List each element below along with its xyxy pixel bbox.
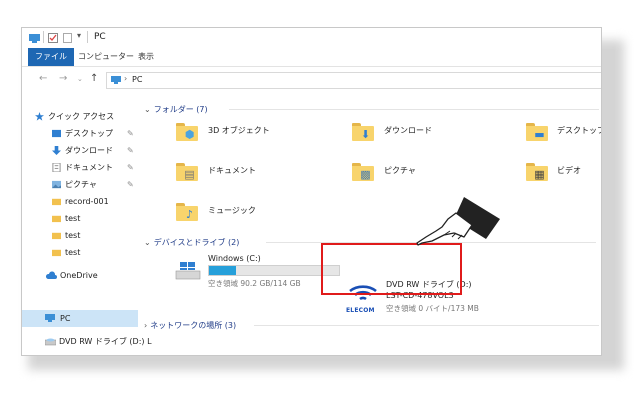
- sidebar-item-pc[interactable]: PC: [22, 310, 138, 327]
- breadcrumb-separator-icon: ›: [124, 74, 128, 83]
- folder-icon: [52, 249, 61, 257]
- chevron-down-icon: ⌄: [144, 238, 151, 247]
- folder-icon: [52, 198, 61, 206]
- video-icon: ▦: [526, 163, 548, 181]
- sidebar-item-test[interactable]: test: [22, 227, 138, 244]
- pin-icon[interactable]: ✎: [127, 159, 134, 176]
- download-icon: [52, 146, 61, 155]
- sidebar-item-desktop[interactable]: デスクトップ ✎: [22, 125, 138, 142]
- new-folder-icon[interactable]: [63, 33, 72, 43]
- desktop-icon: [52, 129, 61, 138]
- windows-drive-icon: [175, 262, 201, 280]
- ribbon-tabs: ファイル コンピューター 表示: [22, 48, 601, 67]
- sidebar-item-downloads[interactable]: ダウンロード ✎: [22, 142, 138, 159]
- pointing-hand-icon: [416, 197, 500, 246]
- quick-access-dropdown-icon[interactable]: ▾: [77, 31, 81, 40]
- window-title: PC: [94, 32, 106, 42]
- sidebar-item-quick-access[interactable]: クイック アクセス: [22, 108, 138, 125]
- folder-icon: [52, 232, 61, 240]
- sidebar-item-test[interactable]: test: [22, 210, 138, 227]
- elecom-brand-text: ELECOM: [346, 307, 375, 314]
- navigation-pane: クイック アクセス デスクトップ ✎ ダウンロード ✎ ドキュメント ✎ ピクチ…: [22, 91, 152, 355]
- content-pane: ⌄ フォルダー (7) ⬢ 3D オブジェクト ⬇ ダウンロード ▬ デスクトップ…: [144, 104, 602, 331]
- picture-icon: ▩: [352, 163, 374, 181]
- sidebar-item-onedrive[interactable]: OneDrive: [22, 267, 138, 284]
- pin-icon[interactable]: ✎: [127, 125, 134, 142]
- address-box[interactable]: › PC: [106, 72, 601, 89]
- music-icon: ♪: [176, 203, 198, 221]
- star-icon: [35, 112, 44, 121]
- tab-computer[interactable]: コンピューター: [78, 48, 134, 66]
- 3d-objects-icon: ⬢: [176, 123, 198, 141]
- section-folders-header[interactable]: ⌄ フォルダー (7): [144, 104, 599, 115]
- sidebar-item-documents[interactable]: ドキュメント ✎: [22, 159, 138, 176]
- tab-file[interactable]: ファイル: [28, 48, 74, 66]
- download-icon: ⬇: [352, 123, 374, 141]
- chevron-right-icon: ›: [144, 321, 148, 330]
- up-arrow-icon[interactable]: ↑: [90, 73, 98, 84]
- properties-icon[interactable]: [48, 33, 58, 43]
- pin-icon[interactable]: ✎: [127, 176, 134, 193]
- pc-icon: [45, 314, 55, 322]
- forward-arrow-icon[interactable]: →: [59, 73, 67, 84]
- dvd-drive-icon: [45, 338, 56, 346]
- picture-icon: [52, 180, 61, 189]
- drive-usage-fill: [209, 266, 237, 275]
- pc-icon: [29, 34, 40, 43]
- document-icon: [52, 163, 61, 172]
- chevron-down-icon: ⌄: [144, 105, 151, 114]
- pin-icon[interactable]: ✎: [127, 142, 134, 159]
- sidebar-item-test[interactable]: test: [22, 244, 138, 261]
- title-bar: ▾ PC: [22, 28, 601, 48]
- sidebar-item-record-001[interactable]: record-001: [22, 193, 138, 210]
- back-arrow-icon[interactable]: ←: [39, 73, 47, 84]
- section-network-header[interactable]: › ネットワークの場所 (3): [144, 320, 599, 331]
- explorer-window: ▾ PC ファイル コンピューター 表示 ← → ⌄ ↑ › PC クイック ア…: [21, 27, 602, 356]
- breadcrumb-pc[interactable]: PC: [132, 75, 142, 84]
- document-icon: ▤: [176, 163, 198, 181]
- cloud-icon: [45, 271, 57, 279]
- folder-icon: [52, 215, 61, 223]
- highlight-box: [321, 243, 462, 295]
- recent-locations-icon[interactable]: ⌄: [77, 75, 83, 83]
- tab-view[interactable]: 表示: [138, 48, 154, 66]
- desktop-icon: ▬: [526, 123, 548, 141]
- sidebar-item-dvd-drive[interactable]: DVD RW ドライブ (D:) L: [22, 333, 152, 350]
- pc-icon: [111, 76, 121, 84]
- sidebar-item-pictures[interactable]: ピクチャ ✎: [22, 176, 138, 193]
- address-bar-row: ← → ⌄ ↑ › PC: [22, 67, 601, 91]
- section-devices-header[interactable]: ⌄ デバイスとドライブ (2): [144, 237, 596, 248]
